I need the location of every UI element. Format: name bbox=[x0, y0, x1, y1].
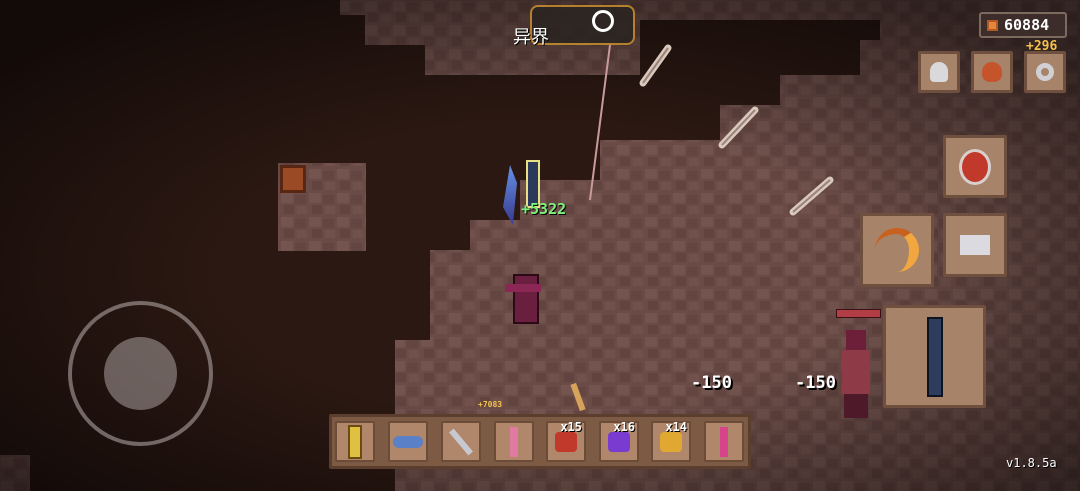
sword-icon bbox=[926, 316, 943, 397]
loot-bag-button[interactable] bbox=[971, 51, 1013, 93]
hotbar-slot-yellow-potion[interactable]: x14 bbox=[651, 420, 691, 462]
potion-skill-button[interactable] bbox=[943, 135, 1007, 198]
version-label: v1.8.5a bbox=[1006, 456, 1057, 470]
settings-button[interactable] bbox=[1024, 51, 1066, 93]
staff-icon bbox=[449, 428, 473, 455]
yellow-potion-icon bbox=[660, 431, 682, 452]
skull-relic-button[interactable] bbox=[918, 51, 960, 93]
coin-icon bbox=[987, 19, 998, 31]
attack-button[interactable] bbox=[883, 305, 986, 408]
item-count: x15 bbox=[560, 420, 582, 434]
hotbar-slot-staff[interactable] bbox=[441, 421, 481, 462]
virtual-joystick[interactable] bbox=[68, 301, 213, 446]
drop-text: +7083 bbox=[478, 400, 503, 409]
claw-skill-button[interactable] bbox=[860, 213, 934, 287]
enemy-health-bar bbox=[836, 309, 881, 318]
damage-popup: -150 bbox=[691, 373, 732, 393]
pink-rod-icon bbox=[510, 426, 518, 457]
ghost-dash-icon bbox=[960, 235, 990, 255]
dash-skill-button[interactable] bbox=[943, 213, 1007, 277]
hotbar-slot-golden-sword[interactable] bbox=[335, 421, 375, 462]
fish-icon bbox=[393, 435, 423, 448]
eye-icon bbox=[592, 10, 614, 32]
hotbar-slot-purple-potion[interactable]: x16 bbox=[599, 420, 639, 462]
red-potion-icon bbox=[555, 431, 577, 452]
item-count: x16 bbox=[613, 420, 635, 434]
heal-popup: +5322 bbox=[521, 200, 567, 218]
purple-potion-icon bbox=[608, 431, 630, 452]
claw-slash-icon bbox=[875, 228, 919, 272]
treasure-chest[interactable] bbox=[280, 165, 306, 193]
damage-popup: -150 bbox=[795, 373, 836, 393]
potion-icon bbox=[959, 148, 991, 185]
hotbar-slot-red-potion[interactable]: x15 bbox=[546, 420, 586, 462]
pink-wand-icon bbox=[720, 426, 728, 457]
hotbar-slot-fish[interactable] bbox=[388, 421, 428, 462]
hotbar-slot-pink-wand[interactable] bbox=[704, 421, 744, 462]
hotbar-slot-pink-rod[interactable] bbox=[494, 421, 534, 462]
map-label: 异界 bbox=[513, 27, 549, 48]
player-character bbox=[505, 268, 541, 328]
enemy-demon bbox=[838, 330, 874, 420]
coin-counter: 60884 bbox=[979, 12, 1067, 38]
gear-icon bbox=[1036, 63, 1054, 81]
golden-sword-icon bbox=[348, 424, 362, 459]
game-scene: +5322 -150 -150 +7083 异界 60884 +296 x15 … bbox=[0, 0, 1080, 491]
item-count: x14 bbox=[665, 420, 687, 434]
skull-icon bbox=[930, 62, 948, 82]
bag-icon bbox=[982, 62, 1002, 82]
joystick-knob[interactable] bbox=[104, 337, 177, 410]
coin-value: 60884 bbox=[1004, 16, 1050, 34]
